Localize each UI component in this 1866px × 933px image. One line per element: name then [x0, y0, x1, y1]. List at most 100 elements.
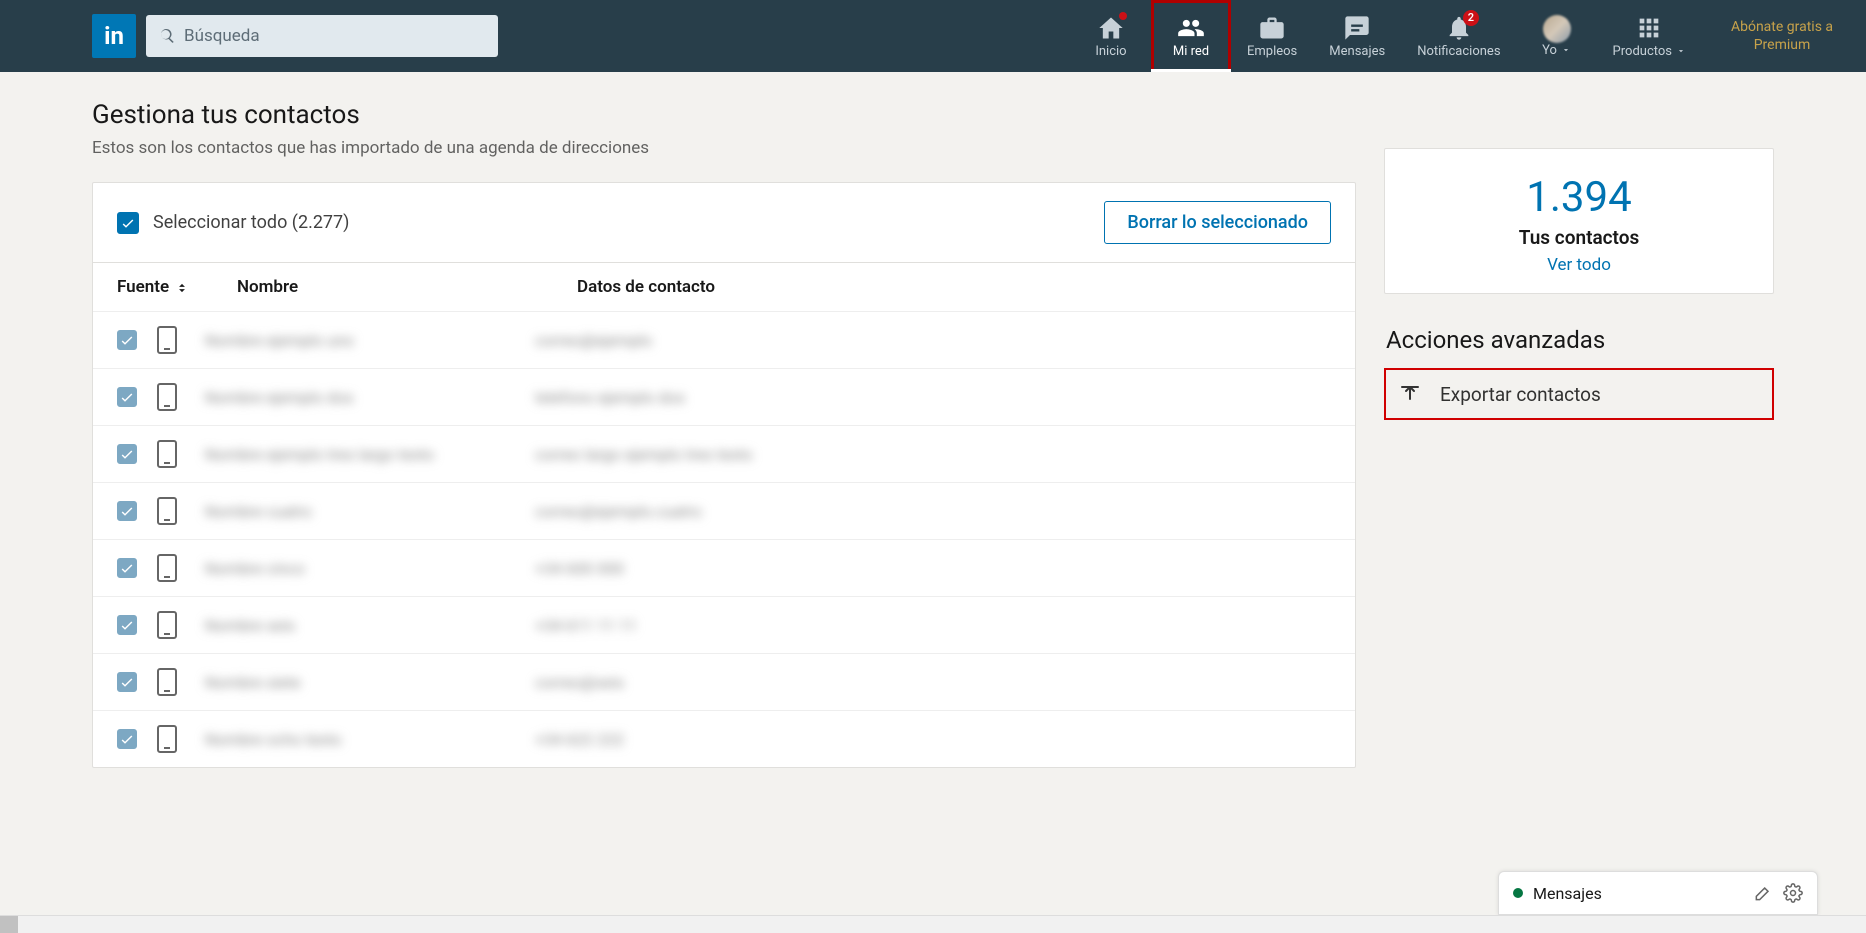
contact-data: correo largo ejemplo tres texto — [535, 445, 753, 464]
contacts-card: Seleccionar todo (2.277) Borrar lo selec… — [92, 182, 1356, 768]
advanced-actions-title: Acciones avanzadas — [1384, 326, 1774, 354]
row-checkbox[interactable] — [117, 615, 137, 635]
contact-data: telefono ejemplo dos — [535, 388, 685, 407]
column-nombre[interactable]: Nombre — [237, 277, 577, 297]
delete-selected-button[interactable]: Borrar lo seleccionado — [1104, 201, 1331, 244]
phone-icon — [157, 611, 177, 639]
nav-item-inicio[interactable]: Inicio — [1071, 0, 1151, 72]
nav-label: Inicio — [1095, 44, 1126, 59]
contact-name: Nombre ocho texto — [205, 730, 342, 749]
phone-icon — [157, 326, 177, 354]
row-checkbox[interactable] — [117, 729, 137, 749]
contact-name: Nombre siete — [205, 673, 301, 692]
grid-icon — [1635, 14, 1663, 42]
messaging-bar[interactable]: Mensajes — [1498, 871, 1818, 915]
page-subtitle: Estos son los contactos que has importad… — [92, 138, 1356, 158]
export-contacts-button[interactable]: Exportar contactos — [1384, 368, 1774, 420]
badge — [1119, 12, 1127, 20]
sort-icon — [175, 280, 189, 294]
linkedin-logo[interactable]: in — [92, 14, 136, 58]
select-all-label: Seleccionar todo (2.277) — [153, 212, 349, 233]
messaging-label: Mensajes — [1533, 884, 1743, 903]
contact-data: correo@ejemplo — [535, 331, 652, 350]
table-row[interactable]: Nombre ejemplo tres largo texto correo la… — [93, 425, 1355, 482]
status-online-icon — [1513, 888, 1523, 898]
nav-label: Yo — [1542, 43, 1571, 58]
nav-item-productos[interactable]: Productos — [1597, 0, 1702, 72]
table-row[interactable]: Nombre ejemplo uno correo@ejemplo — [93, 311, 1355, 368]
badge: 2 — [1463, 10, 1479, 26]
gear-icon[interactable] — [1783, 883, 1803, 903]
nav-item-yo[interactable]: Yo — [1517, 0, 1597, 72]
column-fuente[interactable]: Fuente — [117, 277, 237, 297]
phone-icon — [157, 383, 177, 411]
table-row[interactable]: Nombre seis +34 611 11 11 — [93, 596, 1355, 653]
briefcase-icon — [1258, 14, 1286, 42]
contact-data: +34 600 000 — [535, 559, 624, 578]
top-navigation: in Inicio Mi red Empleos Mensajes 2 Notificac… — [0, 0, 1866, 72]
page-title: Gestiona tus contactos — [92, 100, 1356, 130]
bell-icon: 2 — [1445, 14, 1473, 42]
contacts-count-label: Tus contactos — [1397, 226, 1761, 249]
people-icon — [1177, 14, 1205, 42]
nav-item-empleos[interactable]: Empleos — [1231, 0, 1313, 72]
premium-link[interactable]: Abónate gratis a Premium — [1722, 18, 1842, 54]
view-all-link[interactable]: Ver todo — [1547, 255, 1611, 275]
contact-data: +34 611 11 11 — [535, 616, 637, 635]
avatar — [1543, 15, 1571, 43]
contact-name: Nombre ejemplo dos — [205, 388, 353, 407]
phone-icon — [157, 725, 177, 753]
nav-item-mensajes[interactable]: Mensajes — [1313, 0, 1401, 72]
contact-name: Nombre ejemplo uno — [205, 331, 354, 350]
horizontal-scrollbar[interactable] — [0, 915, 1866, 933]
export-contacts-label: Exportar contactos — [1440, 383, 1601, 406]
table-row[interactable]: Nombre siete correo@seis — [93, 653, 1355, 710]
phone-icon — [157, 440, 177, 468]
table-header: Fuente Nombre Datos de contacto — [93, 262, 1355, 311]
search-input[interactable] — [184, 26, 486, 46]
contacts-summary-card: 1.394 Tus contactos Ver todo — [1384, 148, 1774, 294]
contact-data: correo@ejemplo.cuatro — [535, 502, 702, 521]
home-icon — [1097, 14, 1125, 42]
search-box[interactable] — [146, 15, 498, 57]
row-checkbox[interactable] — [117, 387, 137, 407]
row-checkbox[interactable] — [117, 501, 137, 521]
compose-icon[interactable] — [1753, 883, 1773, 903]
caret-down-icon — [1561, 45, 1571, 55]
nav-label: Productos — [1613, 44, 1686, 59]
nav-label: Mi red — [1173, 44, 1209, 59]
row-checkbox[interactable] — [117, 672, 137, 692]
phone-icon — [157, 668, 177, 696]
column-fuente-label: Fuente — [117, 277, 169, 297]
nav-item-mi-red[interactable]: Mi red — [1151, 0, 1231, 72]
contact-name: Nombre cuatro — [205, 502, 312, 521]
contact-name: Nombre ejemplo tres largo texto — [205, 445, 434, 464]
row-checkbox[interactable] — [117, 330, 137, 350]
caret-down-icon — [1676, 46, 1686, 56]
nav-items: Inicio Mi red Empleos Mensajes 2 Notificacion… — [1071, 0, 1702, 72]
row-checkbox[interactable] — [117, 558, 137, 578]
table-row[interactable]: Nombre cuatro correo@ejemplo.cuatro — [93, 482, 1355, 539]
phone-icon — [157, 497, 177, 525]
select-all-checkbox[interactable] — [117, 212, 139, 234]
table-row[interactable]: Nombre ocho texto +34 622 222 — [93, 710, 1355, 767]
search-icon — [158, 27, 176, 45]
column-datos[interactable]: Datos de contacto — [577, 277, 1331, 297]
messages-icon — [1343, 14, 1371, 42]
nav-label: Notificaciones — [1417, 44, 1500, 59]
contact-data: +34 622 222 — [535, 730, 624, 749]
phone-icon — [157, 554, 177, 582]
table-row[interactable]: Nombre ejemplo dos telefono ejemplo dos — [93, 368, 1355, 425]
contacts-count: 1.394 — [1397, 173, 1761, 222]
nav-label: Empleos — [1247, 44, 1297, 59]
select-all[interactable]: Seleccionar todo (2.277) — [117, 212, 349, 234]
contact-name: Nombre cinco — [205, 559, 305, 578]
contact-data: correo@seis — [535, 673, 624, 692]
table-row[interactable]: Nombre cinco +34 600 000 — [93, 539, 1355, 596]
contact-name: Nombre seis — [205, 616, 295, 635]
row-checkbox[interactable] — [117, 444, 137, 464]
nav-item-notificaciones[interactable]: 2 Notificaciones — [1401, 0, 1516, 72]
export-icon — [1398, 382, 1422, 406]
table-body[interactable]: Nombre ejemplo unocorreo@ejemploNombre e… — [93, 311, 1355, 767]
nav-label: Mensajes — [1329, 44, 1385, 59]
